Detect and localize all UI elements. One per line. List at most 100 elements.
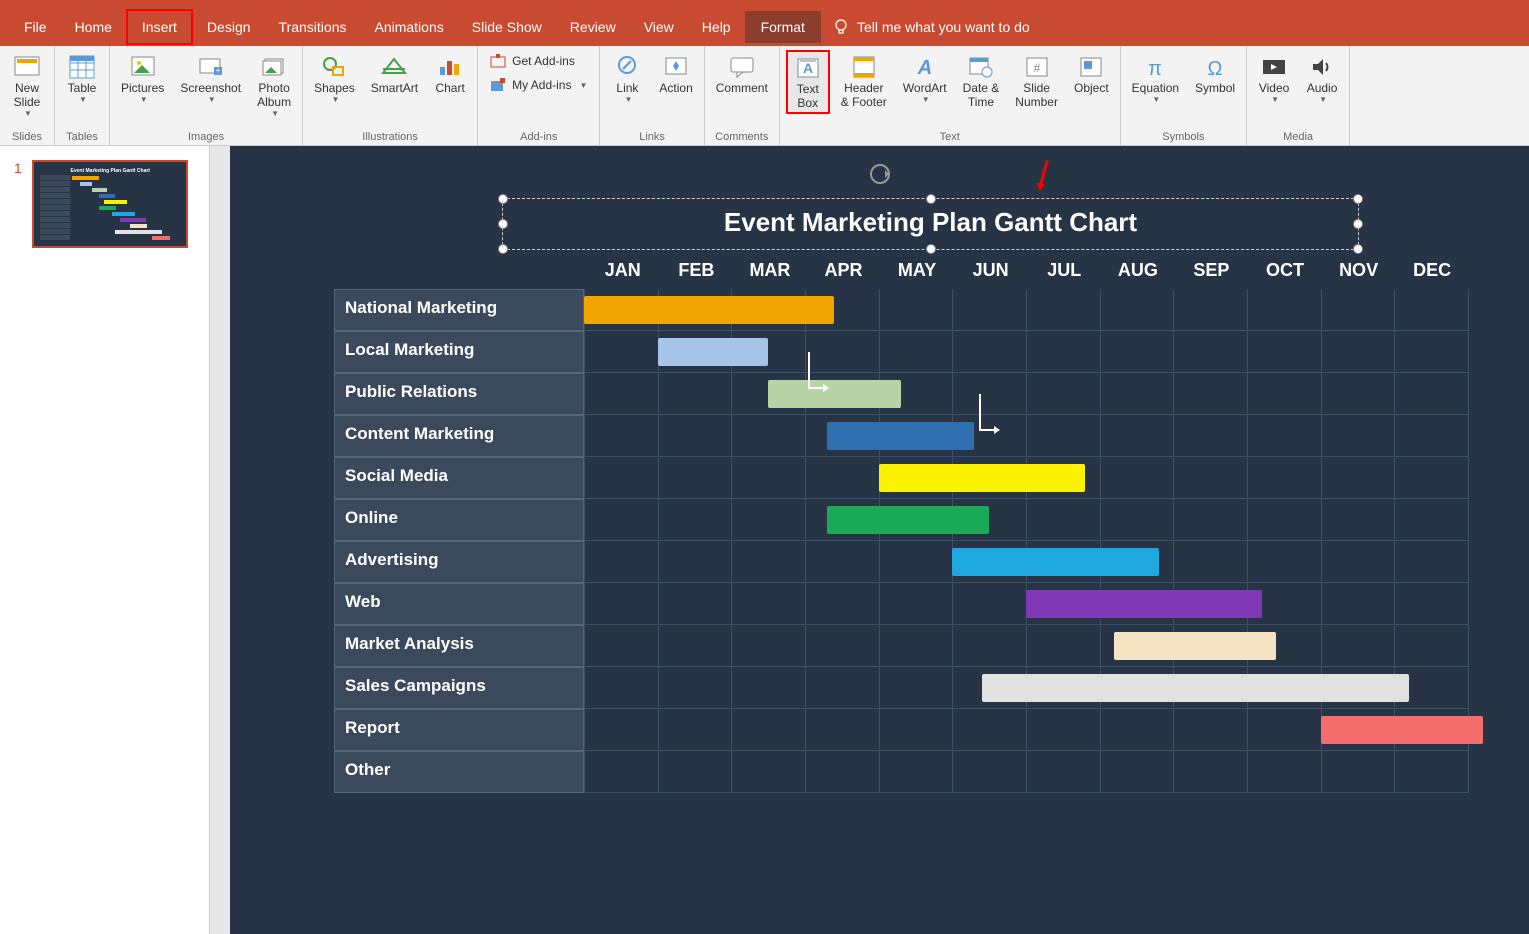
gantt-bar[interactable] — [658, 338, 769, 366]
gantt-bar[interactable] — [584, 296, 834, 324]
tell-me-box[interactable]: Tell me what you want to do — [833, 18, 1030, 36]
equation-button[interactable]: π Equation▼ — [1127, 50, 1184, 107]
photo-album-button[interactable]: Photo Album▼ — [252, 50, 296, 121]
audio-button[interactable]: Audio▼ — [1301, 50, 1343, 107]
slide-number-icon: # — [1021, 53, 1053, 81]
get-addins-button[interactable]: Get Add-ins — [484, 50, 593, 72]
month-header: MAR — [733, 260, 807, 289]
selection-handle[interactable] — [498, 244, 508, 254]
month-header: OCT — [1248, 260, 1322, 289]
symbol-button[interactable]: Ω Symbol — [1190, 50, 1240, 98]
gantt-bar[interactable] — [827, 506, 989, 534]
task-name-cell: Other — [334, 751, 584, 793]
new-slide-button[interactable]: New Slide▼ — [6, 50, 48, 121]
slide-number-button[interactable]: # Slide Number — [1010, 50, 1063, 112]
gantt-row: Report — [334, 709, 1469, 751]
object-button[interactable]: Object — [1069, 50, 1114, 98]
gantt-row: Public Relations — [334, 373, 1469, 415]
gantt-row: Advertising — [334, 541, 1469, 583]
date-time-button[interactable]: Date & Time — [958, 50, 1005, 112]
selection-handle[interactable] — [498, 194, 508, 204]
gantt-bar[interactable] — [768, 380, 901, 408]
gantt-bar[interactable] — [879, 464, 1085, 492]
task-name-cell: Online — [334, 499, 584, 541]
gantt-row: Web — [334, 583, 1469, 625]
screenshot-button[interactable]: + Screenshot▼ — [175, 50, 246, 107]
chart-title-textbox[interactable]: Event Marketing Plan Gantt Chart — [502, 198, 1359, 250]
timeline-lane — [584, 415, 1469, 457]
video-button[interactable]: Video▼ — [1253, 50, 1295, 107]
selection-handle[interactable] — [1353, 194, 1363, 204]
timeline-lane — [584, 499, 1469, 541]
slide-editor[interactable]: Event Marketing Plan Gantt Chart JANFEBM… — [210, 146, 1529, 934]
task-name-cell: Social Media — [334, 457, 584, 499]
tab-home[interactable]: Home — [61, 11, 126, 43]
text-box-button[interactable]: A Text Box — [786, 50, 830, 114]
tab-animations[interactable]: Animations — [360, 11, 457, 43]
action-icon — [660, 53, 692, 81]
slide-thumbnail-1[interactable]: Event Marketing Plan Gantt Chart — [32, 160, 188, 248]
ribbon-group-tables: Table▼ Tables — [55, 46, 110, 145]
gantt-bar[interactable] — [952, 548, 1158, 576]
comment-button[interactable]: Comment — [711, 50, 773, 98]
timeline-lane — [584, 541, 1469, 583]
selection-handle[interactable] — [1353, 244, 1363, 254]
tab-slideshow[interactable]: Slide Show — [458, 11, 556, 43]
gantt-bar[interactable] — [1026, 590, 1262, 618]
action-button[interactable]: Action — [654, 50, 697, 98]
gantt-row: Local Marketing — [334, 331, 1469, 373]
rotate-handle-icon[interactable] — [868, 162, 892, 191]
red-arrow-annotation — [1023, 155, 1067, 202]
month-header: AUG — [1101, 260, 1175, 289]
workspace: 1 Event Marketing Plan Gantt Chart E — [0, 146, 1529, 934]
tab-review[interactable]: Review — [556, 11, 630, 43]
video-icon — [1258, 53, 1290, 81]
gantt-bar[interactable] — [982, 674, 1409, 702]
shapes-button[interactable]: Shapes▼ — [309, 50, 360, 107]
slide-canvas[interactable]: Event Marketing Plan Gantt Chart JANFEBM… — [230, 146, 1529, 934]
my-addins-button[interactable]: My Add-ins▼ — [484, 74, 593, 96]
gantt-bar[interactable] — [827, 422, 974, 450]
selection-handle[interactable] — [926, 244, 936, 254]
month-header: NOV — [1322, 260, 1396, 289]
header-footer-button[interactable]: Header & Footer — [836, 50, 892, 112]
tab-help[interactable]: Help — [688, 11, 745, 43]
tab-design[interactable]: Design — [193, 11, 265, 43]
link-icon — [611, 53, 643, 81]
title-bar — [0, 0, 1529, 8]
task-name-cell: National Marketing — [334, 289, 584, 331]
tab-transitions[interactable]: Transitions — [265, 11, 361, 43]
chart-button[interactable]: Chart — [429, 50, 471, 98]
chart-title-text: Event Marketing Plan Gantt Chart — [503, 199, 1358, 238]
wordart-button[interactable]: A WordArt▼ — [898, 50, 952, 107]
tab-insert[interactable]: Insert — [126, 9, 193, 45]
tab-format[interactable]: Format — [745, 11, 821, 43]
tab-view[interactable]: View — [630, 11, 688, 43]
link-button[interactable]: Link▼ — [606, 50, 648, 107]
gantt-row: Online — [334, 499, 1469, 541]
gantt-bar[interactable] — [1114, 632, 1276, 660]
gantt-bar[interactable] — [1321, 716, 1483, 744]
ribbon-group-illustrations: Shapes▼ SmartArt Chart Illustrations — [303, 46, 478, 145]
task-name-cell: Sales Campaigns — [334, 667, 584, 709]
timeline-lane — [584, 709, 1469, 751]
ribbon-group-addins: Get Add-ins My Add-ins▼ Add-ins — [478, 46, 600, 145]
lightbulb-icon — [833, 18, 849, 36]
month-header: JUL — [1027, 260, 1101, 289]
timeline-lane — [584, 625, 1469, 667]
selection-handle[interactable] — [926, 194, 936, 204]
selection-handle[interactable] — [498, 219, 508, 229]
pictures-button[interactable]: Pictures▼ — [116, 50, 169, 107]
smartart-button[interactable]: SmartArt — [366, 50, 423, 98]
date-time-icon — [965, 53, 997, 81]
svg-text:A: A — [916, 57, 931, 79]
selection-handle[interactable] — [1353, 219, 1363, 229]
task-name-cell: Market Analysis — [334, 625, 584, 667]
addins-icon — [490, 77, 506, 93]
timeline-lane — [584, 667, 1469, 709]
tab-file[interactable]: File — [10, 11, 61, 43]
pictures-icon — [127, 53, 159, 81]
timeline-lane — [584, 457, 1469, 499]
table-button[interactable]: Table▼ — [61, 50, 103, 107]
photo-album-icon — [258, 53, 290, 81]
